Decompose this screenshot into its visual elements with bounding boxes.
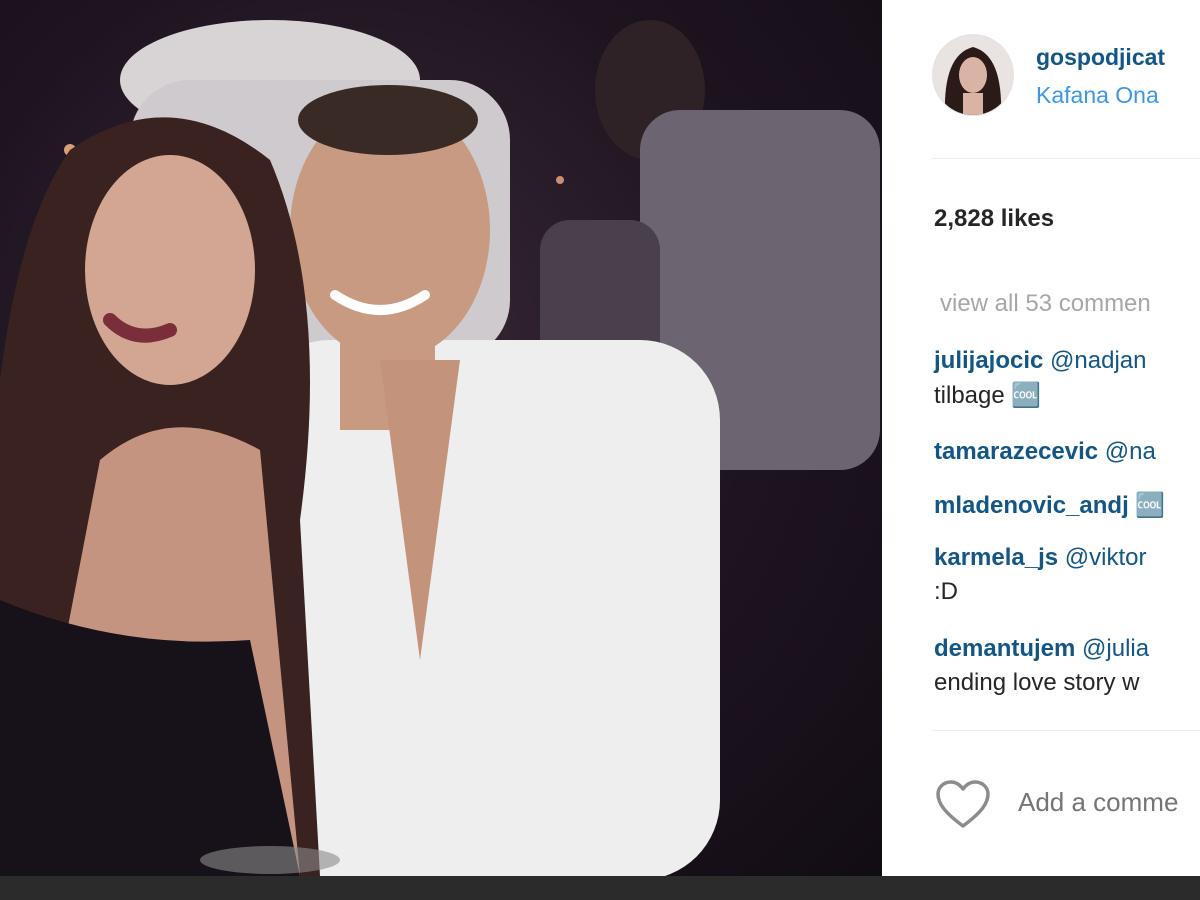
comment-text: tilbage 🆒 bbox=[934, 382, 1042, 409]
comment-mention[interactable]: @na bbox=[1105, 438, 1156, 465]
post-header: gospodjicat Kafana Ona bbox=[882, 0, 1200, 158]
comment-username[interactable]: karmela_js bbox=[934, 544, 1058, 571]
likes-count[interactable]: 2,828 likes bbox=[934, 205, 1054, 233]
photo-illustration bbox=[0, 20, 880, 876]
divider bbox=[932, 730, 1200, 731]
bottom-bar bbox=[0, 876, 1200, 900]
comment-item: karmela_js @viktor :D bbox=[934, 544, 1146, 606]
post-photo[interactable] bbox=[0, 0, 882, 876]
comment-mention[interactable]: @nadjan bbox=[1050, 347, 1146, 374]
username-link[interactable]: gospodjicat bbox=[1036, 44, 1165, 71]
comment-text: ending love story w bbox=[934, 669, 1140, 696]
comment-mention[interactable]: @viktor bbox=[1065, 544, 1147, 571]
divider bbox=[932, 158, 1200, 159]
comment-emoji: 🆒 bbox=[1135, 492, 1166, 519]
like-button[interactable] bbox=[934, 779, 992, 831]
view-all-comments-link[interactable]: view all 53 commen bbox=[940, 290, 1151, 318]
add-comment-input[interactable] bbox=[1018, 787, 1200, 818]
comment-username[interactable]: mladenovic_andj bbox=[934, 492, 1129, 519]
post-details-panel: gospodjicat Kafana Ona 2,828 likes view … bbox=[882, 0, 1200, 876]
comment-item: tamarazecevic @na bbox=[934, 438, 1156, 466]
avatar[interactable] bbox=[932, 34, 1014, 116]
comment-item: julijajocic @nadjan tilbage 🆒 bbox=[934, 347, 1146, 410]
comment-username[interactable]: tamarazecevic bbox=[934, 438, 1098, 465]
comment-item: mladenovic_andj 🆒 bbox=[934, 491, 1165, 520]
heart-outline-icon bbox=[936, 780, 990, 828]
avatar-image bbox=[933, 35, 1013, 115]
comment-username[interactable]: demantujem bbox=[934, 635, 1075, 662]
comment-item: demantujem @julia ending love story w bbox=[934, 635, 1149, 697]
comment-username[interactable]: julijajocic bbox=[934, 347, 1043, 374]
location-link[interactable]: Kafana Ona bbox=[1036, 82, 1159, 109]
comment-mention[interactable]: @julia bbox=[1082, 635, 1149, 662]
comment-text: :D bbox=[934, 578, 958, 605]
